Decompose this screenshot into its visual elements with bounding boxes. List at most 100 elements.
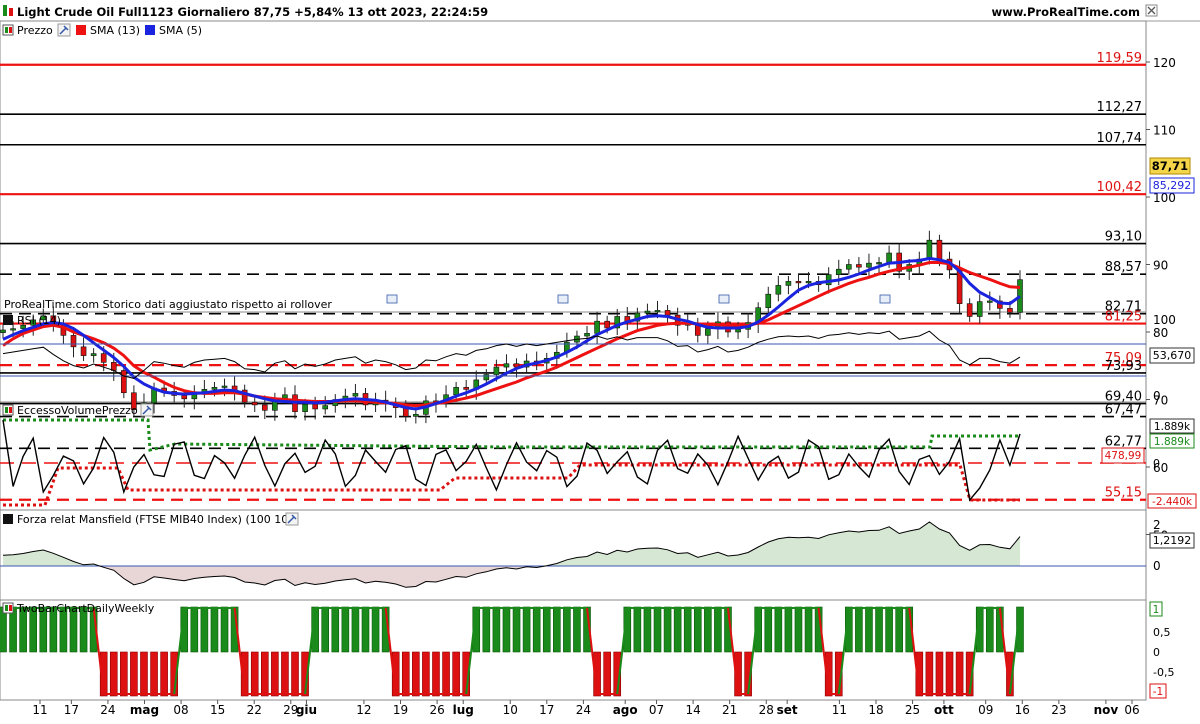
candle-body [966, 303, 973, 317]
event-icon [879, 294, 891, 304]
event-icon [557, 294, 569, 304]
twobar-up-bar [361, 606, 370, 653]
level-label: 62,77 [1105, 434, 1142, 449]
twobar-up-bar [683, 606, 692, 653]
candle-body [664, 310, 671, 316]
chart-title: Light Crude Oil Full1123 Giornaliero 87,… [17, 5, 488, 19]
sma13-swatch [76, 25, 86, 35]
candle-body [835, 268, 842, 275]
x-tick-label: ott [934, 703, 954, 717]
twobar-tick-label: 0 [1153, 646, 1160, 659]
twobar-down-bar [281, 651, 289, 697]
twobar-up-bar [895, 606, 903, 653]
twobar-up-bar [532, 606, 541, 653]
price-legend: Prezzo SMA (13) SMA (5) [2, 23, 202, 37]
candle-body [503, 363, 510, 368]
x-tick-label: giu [296, 703, 317, 717]
twobar-up-bar [865, 606, 873, 653]
wrench-icon[interactable] [285, 512, 299, 526]
mansfield-tick-label: 2 [1153, 518, 1161, 532]
candle-body [90, 353, 97, 356]
twobar-up-bar [321, 606, 330, 653]
twobar-down-bar [271, 651, 279, 697]
event-icon [718, 294, 730, 304]
twobar-down-bar [925, 651, 934, 697]
wrench-icon[interactable] [140, 403, 154, 417]
twobar-up-bar [553, 606, 561, 653]
twobar-down-bar [291, 651, 299, 697]
twobar-up-bar [331, 606, 340, 653]
candle-body [735, 328, 741, 333]
x-tick-label: 10 [503, 703, 518, 717]
candle-body [413, 414, 419, 417]
wrench-icon[interactable] [57, 23, 71, 37]
candle-body [352, 393, 359, 397]
twobar-up-bar [855, 606, 863, 653]
twobar-up-bar [522, 606, 531, 653]
mansfield-value-tag: 1,2192 [1149, 532, 1195, 549]
candle-body [121, 370, 127, 394]
level-label: 100,42 [1097, 180, 1143, 195]
level-label: 88,57 [1105, 260, 1142, 275]
candle-body [805, 281, 812, 284]
twobar-down-bar [603, 651, 611, 697]
x-tick-label: ago [613, 703, 638, 717]
twobar-down-bar [955, 651, 964, 697]
x-tick-label: 24 [100, 703, 115, 717]
x-tick-label: 08 [173, 703, 188, 717]
event-icon [386, 294, 398, 304]
svg-text:1,2192: 1,2192 [1153, 534, 1192, 547]
twobar-up-bar [492, 606, 501, 653]
candle-body [765, 293, 772, 309]
twobar-tick-label: -0,5 [1153, 666, 1174, 679]
mansfield-legend: Forza relat Mansfield (FTSE MIB40 Index)… [3, 512, 299, 526]
twobar-up-bar [804, 606, 813, 653]
site-link[interactable]: www.ProRealTime.com [991, 5, 1140, 19]
candle-body [251, 401, 258, 406]
close-icon[interactable] [1145, 4, 1158, 17]
x-tick-label: 19 [393, 703, 408, 717]
twobar-down-bar [401, 651, 410, 697]
price-tick-label: 110 [1153, 124, 1176, 138]
svg-text:-2.440k: -2.440k [1152, 496, 1193, 508]
twobar-up-bar [512, 606, 521, 653]
level-label: 112,27 [1097, 100, 1143, 115]
candle-body [654, 310, 661, 313]
x-tick-label: 06 [1124, 703, 1139, 717]
x-tick-label: 21 [722, 703, 737, 717]
twobar-down-bar [442, 651, 450, 697]
twobar-down-bar [935, 651, 944, 697]
twobar-up-bar [542, 606, 551, 653]
x-tick-label: 17 [539, 703, 554, 717]
svg-text:1.889k: 1.889k [1154, 436, 1191, 448]
twobar-up-bar [633, 606, 642, 653]
twobar-up-bar [704, 606, 712, 653]
candle-body [795, 281, 802, 284]
x-tick-label: 09 [978, 703, 993, 717]
candle-body [302, 403, 308, 412]
x-tick-label: mag [130, 703, 159, 717]
candle-body [10, 328, 16, 331]
twobar-up-bar [653, 606, 662, 653]
x-tick-label: 17 [64, 703, 79, 717]
level-label: 119,59 [1097, 51, 1143, 66]
twobar-up-bar [502, 606, 511, 653]
twobar-up-bar [190, 606, 199, 653]
candle-body [876, 262, 882, 265]
candle-body [80, 346, 87, 356]
twobar-legend: TwoBarChartDailyWeekly [2, 602, 155, 615]
twobar-down-bar [150, 651, 158, 697]
last-price-tag: 87,71 [1149, 157, 1191, 175]
x-tick-label: nov [1094, 703, 1119, 717]
svg-text:87,71: 87,71 [1152, 159, 1188, 173]
rsi-title: RSI (14) [17, 314, 61, 327]
level-label: 93,10 [1105, 230, 1142, 245]
candle-body [604, 320, 610, 329]
candle-body [936, 239, 943, 260]
x-tick-label: 16 [1015, 703, 1030, 717]
candle-body [584, 333, 590, 337]
level-label: 55,15 [1105, 486, 1142, 501]
twobar-up-bar [714, 606, 722, 653]
x-tick-label: 11 [32, 703, 47, 717]
rsi-tick-label: 100 [1153, 313, 1176, 327]
